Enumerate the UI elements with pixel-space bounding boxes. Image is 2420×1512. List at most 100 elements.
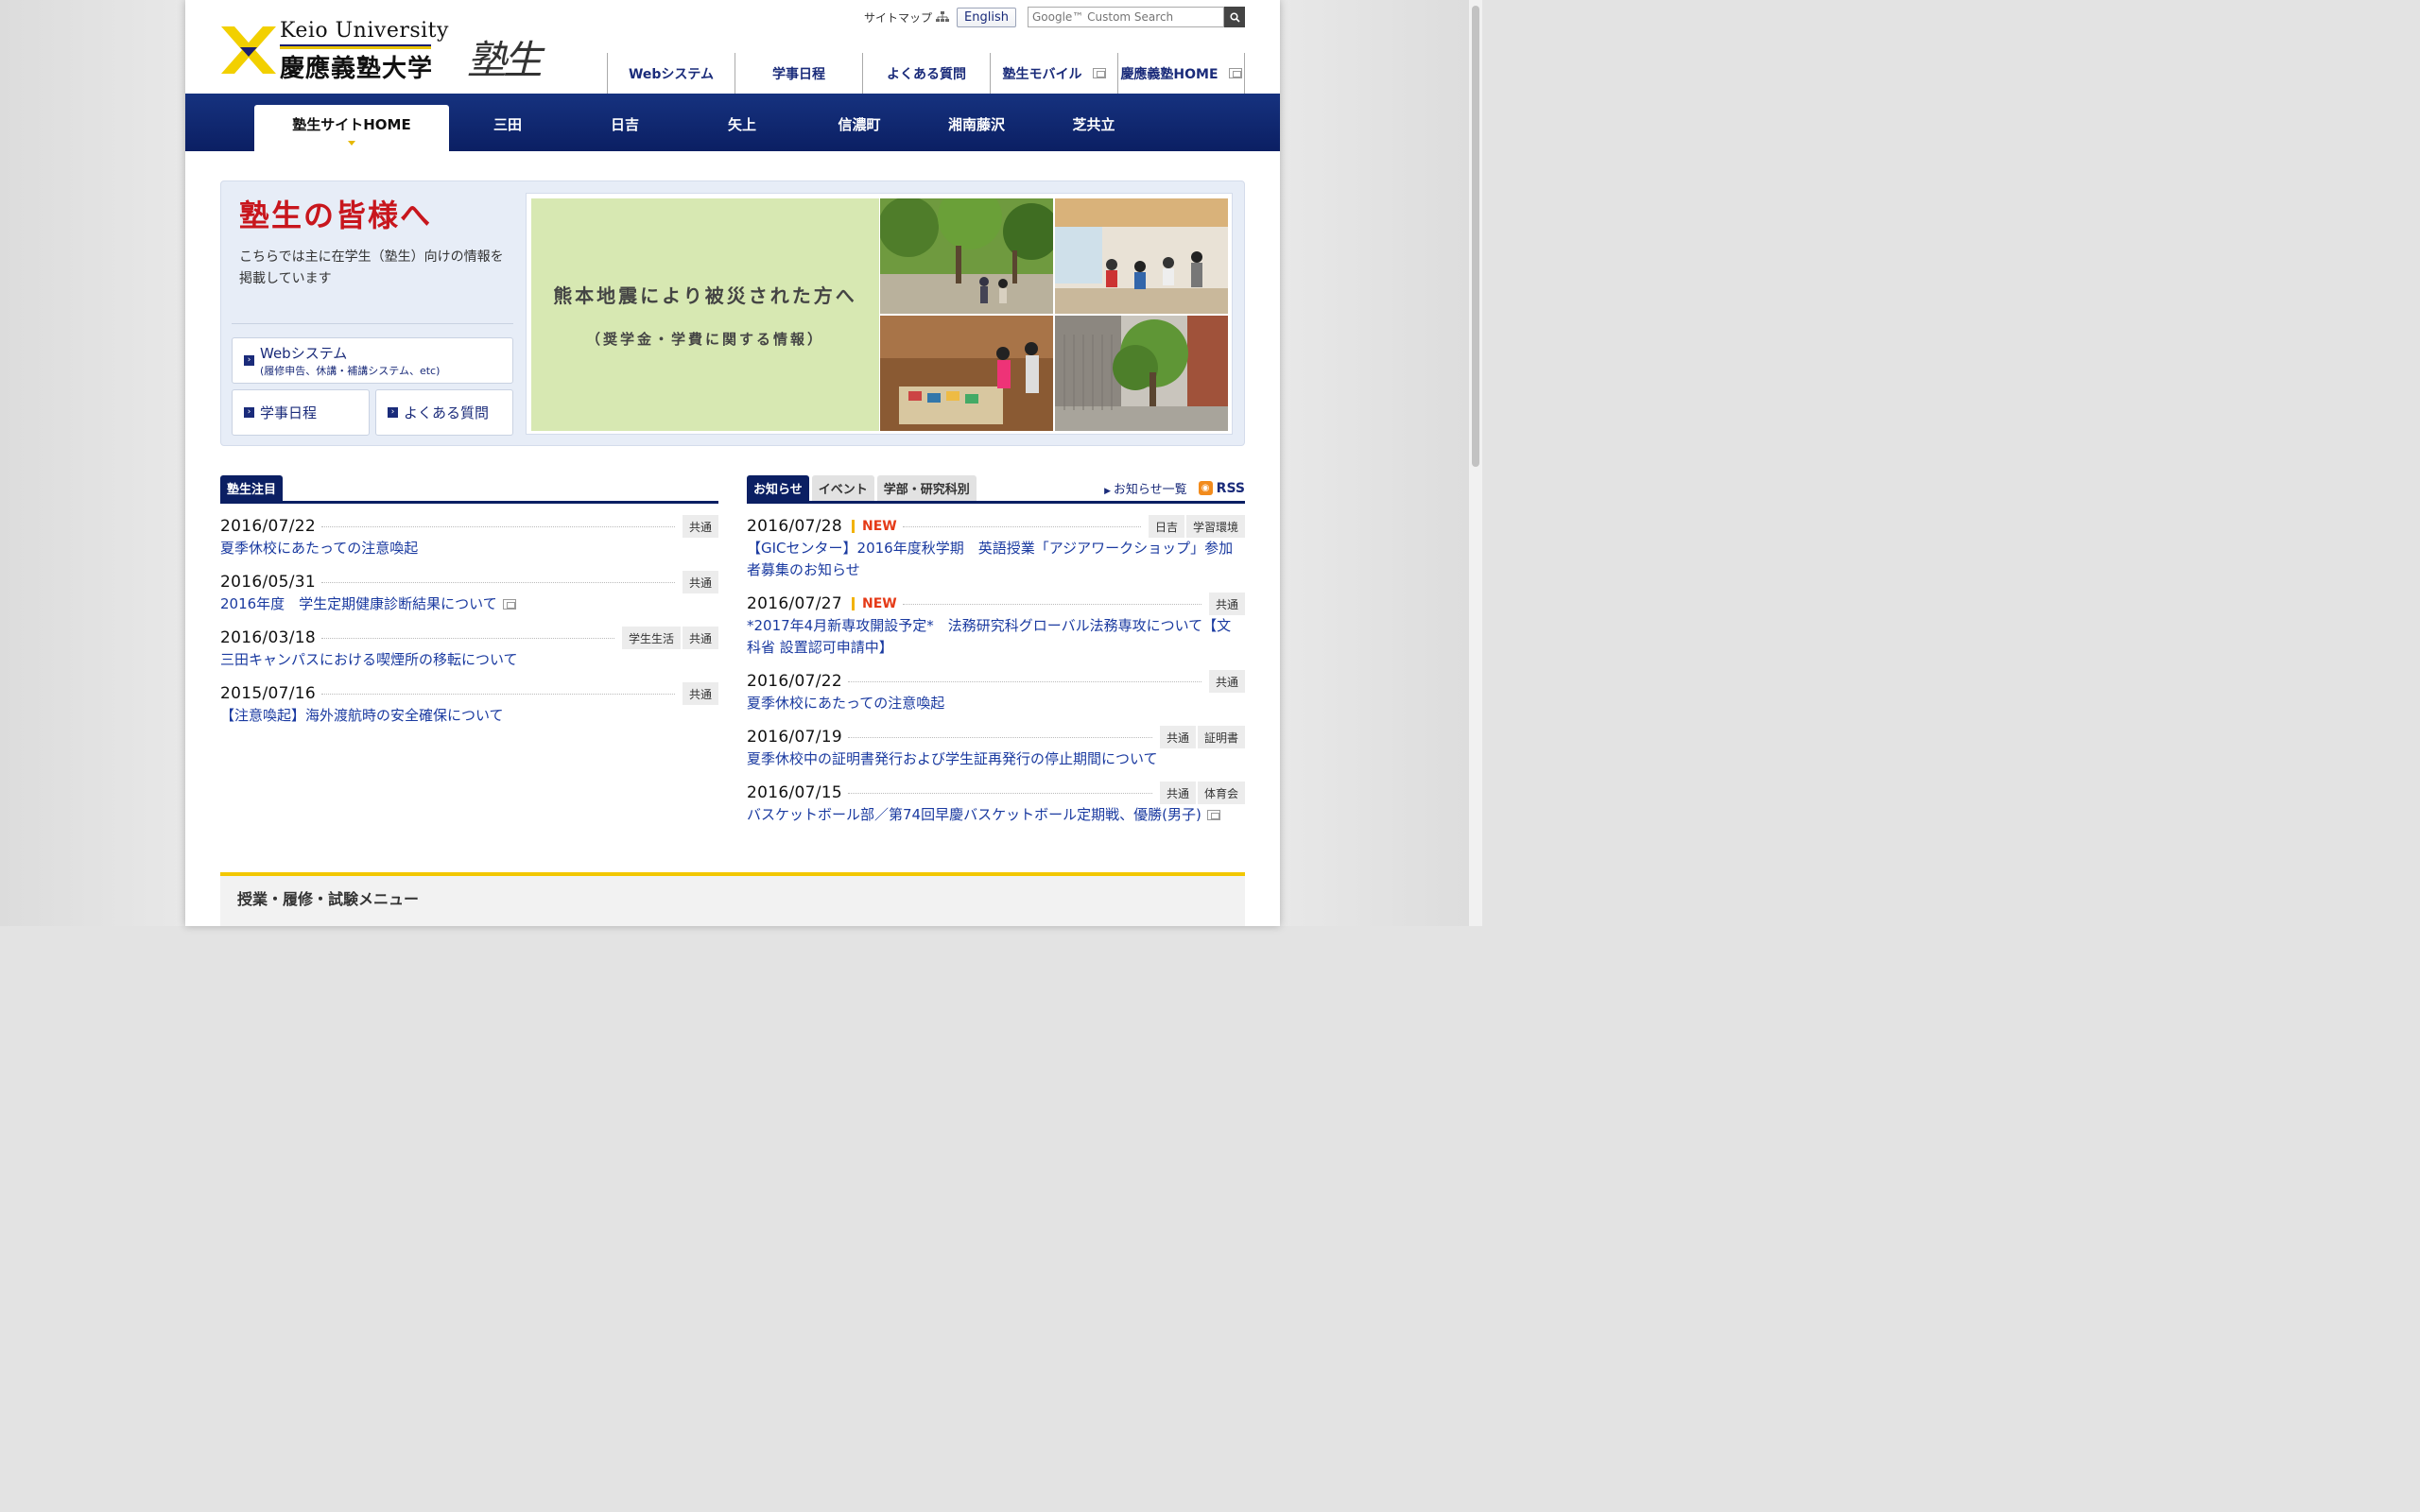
news-title-link[interactable]: 三田キャンパスにおける喫煙所の移転について bbox=[220, 651, 518, 668]
top-navigation: Webシステム 学事日程 よくある質問 塾生モバイル 慶應義塾HOME bbox=[607, 53, 1245, 94]
banner-area: 熊本地震により被災された方へ （奨学金・学費に関する情報） bbox=[526, 193, 1233, 435]
background-left bbox=[0, 0, 185, 926]
category-badge: 共通 bbox=[1208, 593, 1245, 615]
news-date: 2016/07/27 bbox=[747, 594, 842, 613]
banner-subtitle: （奨学金・学費に関する情報） bbox=[585, 331, 824, 348]
dotted-divider bbox=[320, 581, 675, 583]
arrow-right-icon: › bbox=[244, 407, 254, 418]
news-column: お知らせ イベント 学部・研究科別 ▶ お知らせ一覧 ◉ RSS 2016/07/… bbox=[747, 475, 1245, 826]
search-input[interactable] bbox=[1028, 7, 1224, 27]
list-item: 2016/07/22 共通 夏季休校にあたっての注意喚起 bbox=[747, 670, 1245, 714]
news-date: 2016/07/15 bbox=[747, 783, 842, 802]
search-icon bbox=[1229, 11, 1240, 23]
campus-tab-yagami[interactable]: 矢上 bbox=[683, 105, 801, 151]
page-scrollbar[interactable] bbox=[1469, 0, 1482, 926]
sitemap-icon bbox=[936, 11, 950, 22]
campus-tab-shinanomachi[interactable]: 信濃町 bbox=[801, 105, 918, 151]
jukusei-calligraphy-logo[interactable]: 塾生 bbox=[467, 28, 543, 86]
news-title-link[interactable]: 夏季休校にあたっての注意喚起 bbox=[220, 540, 418, 557]
news-header: 2016/07/19 共通 証明書 bbox=[747, 726, 1245, 748]
news-title-link[interactable]: 夏季休校中の証明書発行および学生証再発行の停止期間について bbox=[747, 750, 1158, 767]
category-badge: 共通 bbox=[682, 571, 718, 593]
tab-faculty[interactable]: 学部・研究科別 bbox=[876, 475, 977, 501]
topnav-label: 慶應義塾HOME bbox=[1120, 66, 1219, 82]
external-window-icon bbox=[1092, 68, 1106, 78]
search-button[interactable] bbox=[1224, 7, 1245, 27]
list-item: 2016/07/22 共通 夏季休校にあたっての注意喚起 bbox=[220, 515, 718, 559]
topnav-label: よくある質問 bbox=[887, 66, 966, 82]
topnav-jukusei-mobile[interactable]: 塾生モバイル bbox=[990, 53, 1117, 94]
news-date: 2016/03/18 bbox=[220, 628, 316, 647]
news-title-link[interactable]: *2017年4月新専攻開設予定* 法務研究科グローバル法務専攻について【文科省 … bbox=[747, 617, 1231, 656]
external-window-icon bbox=[1228, 68, 1242, 78]
dotted-divider bbox=[902, 603, 1201, 605]
list-item: 2016/07/15 共通 体育会 バスケットボール部／第74回早慶バスケットボ… bbox=[747, 782, 1245, 826]
news-title-link[interactable]: 夏季休校にあたっての注意喚起 bbox=[747, 695, 944, 712]
sitemap-link[interactable]: サイトマップ bbox=[864, 9, 950, 26]
campus-tab-hiyoshi[interactable]: 日吉 bbox=[566, 105, 683, 151]
news-header: 2016/07/22 共通 bbox=[220, 515, 718, 538]
arrow-right-icon: › bbox=[244, 355, 254, 366]
keio-logo[interactable]: Keio University 慶應義塾大学 bbox=[221, 19, 448, 83]
category-badge: 学生生活 bbox=[621, 627, 681, 649]
arrow-right-icon: ▶ bbox=[1104, 487, 1114, 496]
news-links: ▶ お知らせ一覧 ◉ RSS bbox=[1104, 479, 1245, 498]
news-header: 2016/07/27 NEW 共通 bbox=[747, 593, 1245, 615]
rss-icon: ◉ bbox=[1198, 481, 1213, 495]
rss-link[interactable]: ◉ RSS bbox=[1198, 480, 1245, 496]
topnav-web-system[interactable]: Webシステム bbox=[607, 53, 735, 94]
hero-section: 塾生の皆様へ こちらでは主に在学生（塾生）向けの情報を掲載しています › Web… bbox=[220, 180, 1245, 446]
arrow-right-icon: › bbox=[388, 407, 398, 418]
list-item: 2016/07/19 共通 証明書 夏季休校中の証明書発行および学生証再発行の停… bbox=[747, 726, 1245, 770]
news-header: 2016/05/31 共通 bbox=[220, 571, 718, 593]
news-date: 2016/07/22 bbox=[220, 517, 316, 536]
course-exam-menu: 授業・履修・試験メニュー bbox=[220, 872, 1245, 926]
news-date: 2016/07/19 bbox=[747, 728, 842, 747]
campus-tabs: 塾生サイトHOME 三田 日吉 矢上 信濃町 湘南藤沢 芝共立 bbox=[254, 105, 1152, 151]
sitemap-label: サイトマップ bbox=[864, 10, 933, 25]
utility-bar: サイトマップ English bbox=[864, 6, 1245, 28]
campus-tab-shonan-fujisawa[interactable]: 湘南藤沢 bbox=[918, 105, 1035, 151]
dotted-divider bbox=[847, 792, 1152, 794]
academic-calendar-button[interactable]: › 学事日程 bbox=[232, 389, 370, 436]
topnav-keio-home[interactable]: 慶應義塾HOME bbox=[1117, 53, 1245, 94]
campus-tab-home[interactable]: 塾生サイトHOME bbox=[254, 105, 449, 151]
dotted-divider bbox=[902, 525, 1141, 527]
topnav-faq[interactable]: よくある質問 bbox=[862, 53, 990, 94]
rss-label: RSS bbox=[1216, 480, 1245, 496]
web-system-button[interactable]: › Webシステム (履修申告、休講・補講システム、etc) bbox=[232, 337, 513, 384]
campus-photo-trees bbox=[880, 198, 1053, 314]
category-badge: 共通 bbox=[682, 627, 718, 649]
faq-button[interactable]: › よくある質問 bbox=[375, 389, 513, 436]
list-item: 2016/07/27 NEW 共通 *2017年4月新専攻開設予定* 法務研究科… bbox=[747, 593, 1245, 659]
scrollbar-thumb[interactable] bbox=[1472, 6, 1479, 467]
news-title-link[interactable]: 【注意喚起】海外渡航時の安全確保について bbox=[220, 707, 504, 724]
topnav-label: 学事日程 bbox=[772, 66, 825, 82]
category-badge: 共通 bbox=[1159, 782, 1196, 804]
campus-tab-mita[interactable]: 三田 bbox=[449, 105, 566, 151]
campus-navigation: 塾生サイトHOME 三田 日吉 矢上 信濃町 湘南藤沢 芝共立 bbox=[185, 94, 1280, 151]
news-date: 2015/07/16 bbox=[220, 684, 316, 703]
news-title-link[interactable]: 2016年度 学生定期健康診断結果について bbox=[220, 595, 516, 612]
web-system-label: Webシステム bbox=[260, 345, 348, 362]
news-list-link[interactable]: ▶ お知らせ一覧 bbox=[1104, 479, 1187, 497]
topnav-academic-calendar[interactable]: 学事日程 bbox=[735, 53, 862, 94]
academic-calendar-label: 学事日程 bbox=[260, 404, 318, 421]
campus-tab-shiba-kyoritsu[interactable]: 芝共立 bbox=[1035, 105, 1152, 151]
site-header: Keio University 慶應義塾大学 塾生 サイトマップ English… bbox=[185, 0, 1280, 94]
category-badge: 学習環境 bbox=[1185, 515, 1245, 538]
category-badge: 日吉 bbox=[1148, 515, 1184, 538]
welcome-title: 塾生の皆様へ bbox=[239, 198, 433, 233]
kumamoto-earthquake-banner[interactable]: 熊本地震により被災された方へ （奨学金・学費に関する情報） bbox=[531, 198, 879, 431]
news-title-link[interactable]: バスケットボール部／第74回早慶バスケットボール定期戦、優勝(男子) bbox=[747, 806, 1220, 823]
news-title-link[interactable]: 【GICセンター】2016年度秋学期 英語授業「アジアワークショップ」参加者募集… bbox=[747, 540, 1233, 578]
campus-photo-bookstore bbox=[880, 316, 1053, 431]
tab-featured[interactable]: 塾生注目 bbox=[220, 475, 284, 501]
dotted-divider bbox=[847, 680, 1201, 682]
banner-title: 熊本地震により被災された方へ bbox=[553, 284, 857, 307]
category-badge: 共通 bbox=[1159, 726, 1196, 748]
divider bbox=[232, 323, 513, 324]
english-button[interactable]: English bbox=[957, 7, 1016, 27]
tab-events[interactable]: イベント bbox=[811, 475, 874, 501]
tab-announcements[interactable]: お知らせ bbox=[747, 475, 809, 501]
